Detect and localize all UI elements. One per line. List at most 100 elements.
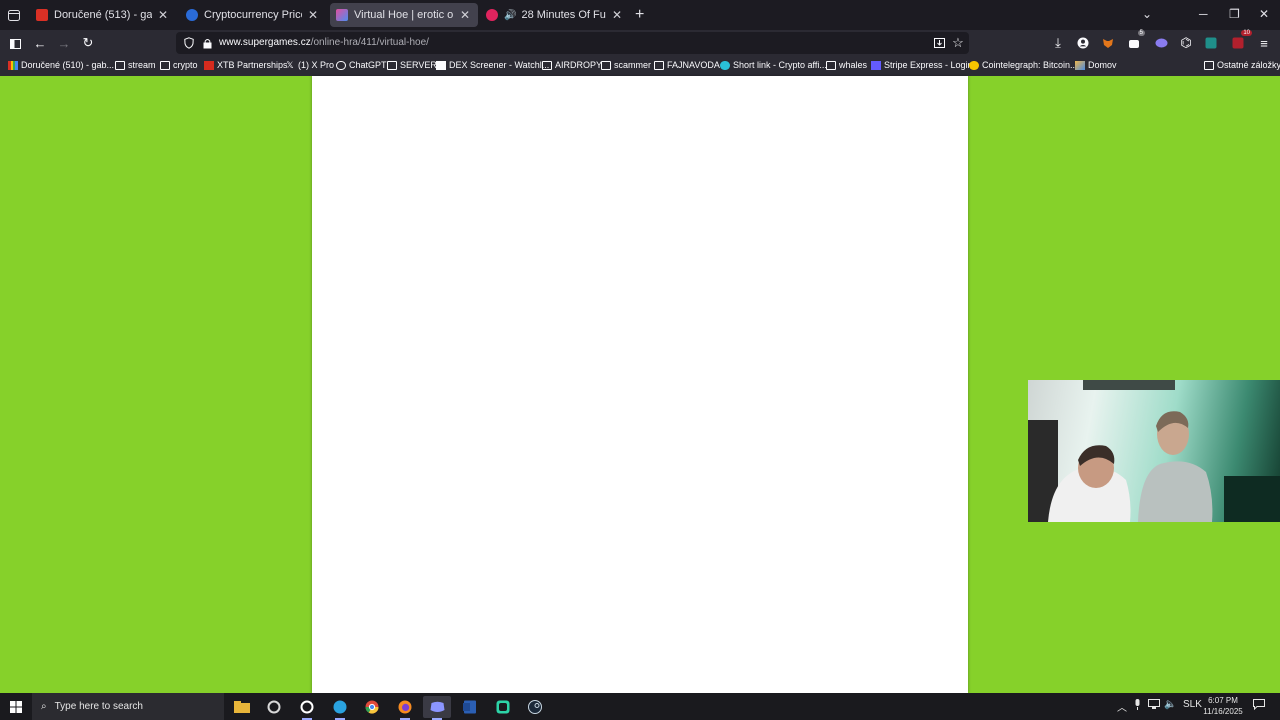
microphone-icon[interactable] <box>1134 699 1141 713</box>
tab-list-chevron-icon[interactable]: ⌄ <box>1142 7 1152 21</box>
folder-icon <box>826 60 836 70</box>
navigation-toolbar: ← → ↻ www.supergames.cz/online-hra/411/v… <box>0 30 1280 56</box>
firefox-view-icon[interactable] <box>0 0 28 30</box>
bookmark-label: FAJNAVODA <box>667 60 720 70</box>
dexscreener-icon <box>436 60 446 70</box>
extension-badge: 10 <box>1241 30 1252 36</box>
bookmark-short-link[interactable]: Short link - Crypto affi... <box>720 60 827 70</box>
tab-crypto-prices[interactable]: Cryptocurrency Prices, Charts A ✕ <box>180 3 326 27</box>
bookmark-dexscreener[interactable]: DEX Screener - Watchl... <box>436 60 549 70</box>
bookmark-folder-fajnavoda[interactable]: FAJNAVODA <box>654 60 720 70</box>
address-bar[interactable]: www.supergames.cz/online-hra/411/virtual… <box>176 32 969 54</box>
bookmark-xtb[interactable]: XTB Partnerships <box>204 60 288 70</box>
settings-app-icon[interactable] <box>260 696 288 718</box>
discord-icon[interactable] <box>423 696 451 720</box>
x-icon: 𝕏 <box>286 59 294 70</box>
close-tab-icon[interactable]: ✕ <box>458 8 472 22</box>
teal-app-icon[interactable] <box>489 696 517 718</box>
bookmark-folder-server[interactable]: SERVER <box>387 60 437 70</box>
taskbar-clock[interactable]: 6:07 PM 11/16/2025 <box>1200 695 1246 717</box>
start-button-windows-icon[interactable] <box>2 696 30 718</box>
teal-extension-icon[interactable] <box>1202 34 1220 52</box>
bookmark-label: ChatGPT <box>349 60 387 70</box>
bookmark-label: Short link - Crypto affi... <box>733 60 827 70</box>
volume-icon[interactable]: 🔈 <box>1164 699 1176 710</box>
reload-icon[interactable]: ↻ <box>79 34 97 52</box>
extension-badge: 5 <box>1137 30 1145 36</box>
url-path: /online-hra/411/virtual-hoe/ <box>310 37 429 48</box>
other-bookmarks-label: Ostatné záložky <box>1217 60 1280 70</box>
game-frame[interactable] <box>312 76 968 693</box>
bookmark-chatgpt[interactable]: ChatGPT <box>336 60 387 70</box>
url-host: www.supergames.cz <box>219 37 311 48</box>
close-tab-icon[interactable]: ✕ <box>156 8 170 22</box>
bookmark-folder-crypto[interactable]: crypto <box>160 60 198 70</box>
bookmark-label: scammer <box>614 60 652 70</box>
bookmark-star-icon[interactable]: ☆ <box>949 34 967 52</box>
tab-title: Virtual Hoe | erotic online game <box>354 9 454 21</box>
file-explorer-icon[interactable] <box>228 696 256 718</box>
bookmark-folder-airdropy[interactable]: AIRDROPY <box>542 60 602 70</box>
new-tab-icon[interactable]: + <box>635 6 644 24</box>
restore-icon[interactable]: ❐ <box>1229 7 1240 21</box>
bookmark-domov[interactable]: Domov <box>1075 60 1117 70</box>
lock-icon[interactable] <box>198 34 216 52</box>
back-icon[interactable]: ← <box>31 34 49 52</box>
webcam-people-image <box>1028 380 1280 522</box>
phantom-extension-icon[interactable] <box>1152 34 1170 52</box>
url-text[interactable]: www.supergames.cz/online-hra/411/virtual… <box>219 37 429 48</box>
close-tab-icon[interactable]: ✕ <box>610 8 624 22</box>
speaker-icon[interactable]: 🔊 <box>504 10 516 21</box>
bookmark-label: Domov <box>1088 60 1117 70</box>
video-site-favicon-icon <box>486 9 498 21</box>
minimize-icon[interactable]: ─ <box>1199 7 1208 21</box>
page-action-save-icon[interactable] <box>930 34 948 52</box>
bookmark-folder-scammer[interactable]: scammer <box>601 60 651 70</box>
other-bookmarks[interactable]: Ostatné záložky <box>1204 60 1280 70</box>
bookmark-label: AIRDROPY <box>555 60 603 70</box>
tab-virtual-hoe[interactable]: Virtual Hoe | erotic online game ✕ <box>330 3 478 27</box>
stripe-icon <box>871 60 881 70</box>
red-extension-icon[interactable]: 10 <box>1229 30 1252 52</box>
tray-overflow-chevron-icon[interactable]: ︿ <box>1117 699 1127 714</box>
folder-icon <box>387 60 397 70</box>
tab-gmail[interactable]: Doručené (513) - gabo.kopcek@ ✕ <box>30 3 176 27</box>
search-icon: ⌕ <box>41 701 47 712</box>
bookmark-x-pro[interactable]: 𝕏 (1) X Pro <box>285 60 334 70</box>
clock-time: 6:07 PM <box>1208 696 1238 705</box>
bookmark-folder-whales[interactable]: whales <box>826 60 867 70</box>
bookmark-gmail[interactable]: Doručené (510) - gab... <box>8 60 114 70</box>
firefox-icon[interactable] <box>391 696 419 720</box>
windows-taskbar: ⌕ Type here to search ︿ 🔈 SLK 6:07 PM 11… <box>0 693 1280 720</box>
extension-puzzle-icon[interactable]: 5 <box>1125 30 1145 52</box>
menu-icon[interactable]: ≡ <box>1255 34 1273 52</box>
notifications-icon[interactable] <box>1253 699 1265 713</box>
tracking-protection-shield-icon[interactable] <box>180 34 198 52</box>
tab-video[interactable]: 🔊 28 Minutes Of Future Hardc ✕ <box>480 3 630 27</box>
chrome-icon[interactable] <box>358 696 386 718</box>
extensions-icon[interactable]: ⌬ <box>1177 34 1195 52</box>
folder-icon <box>654 60 664 70</box>
bookmark-folder-stream[interactable]: stream <box>115 60 156 70</box>
bookmark-label: whales <box>839 60 868 70</box>
taskbar-search-box[interactable]: ⌕ Type here to search <box>32 693 224 720</box>
steam-icon[interactable] <box>521 696 549 718</box>
bookmark-cointelegraph[interactable]: Cointelegraph: Bitcoin... <box>969 60 1078 70</box>
metamask-extension-icon[interactable] <box>1099 34 1117 52</box>
sidebar-icon[interactable] <box>7 34 25 52</box>
tab-title: 28 Minutes Of Future Hardc <box>521 9 606 21</box>
bookmark-stripe[interactable]: Stripe Express - Login <box>871 60 973 70</box>
forward-icon[interactable]: → <box>55 34 73 52</box>
telegram-icon[interactable] <box>326 696 354 720</box>
whatsapp-icon[interactable] <box>293 696 321 720</box>
close-window-icon[interactable]: ✕ <box>1259 7 1269 21</box>
downloads-icon[interactable]: ⤓ <box>1049 34 1067 52</box>
home-site-icon <box>1075 60 1085 70</box>
coinmarket-favicon-icon <box>186 9 198 21</box>
network-icon[interactable] <box>1148 699 1160 713</box>
close-tab-icon[interactable]: ✕ <box>306 8 320 22</box>
account-icon[interactable] <box>1074 34 1092 52</box>
gmail-icon <box>8 60 18 70</box>
folder-icon <box>160 60 170 70</box>
word-icon[interactable] <box>456 696 484 718</box>
